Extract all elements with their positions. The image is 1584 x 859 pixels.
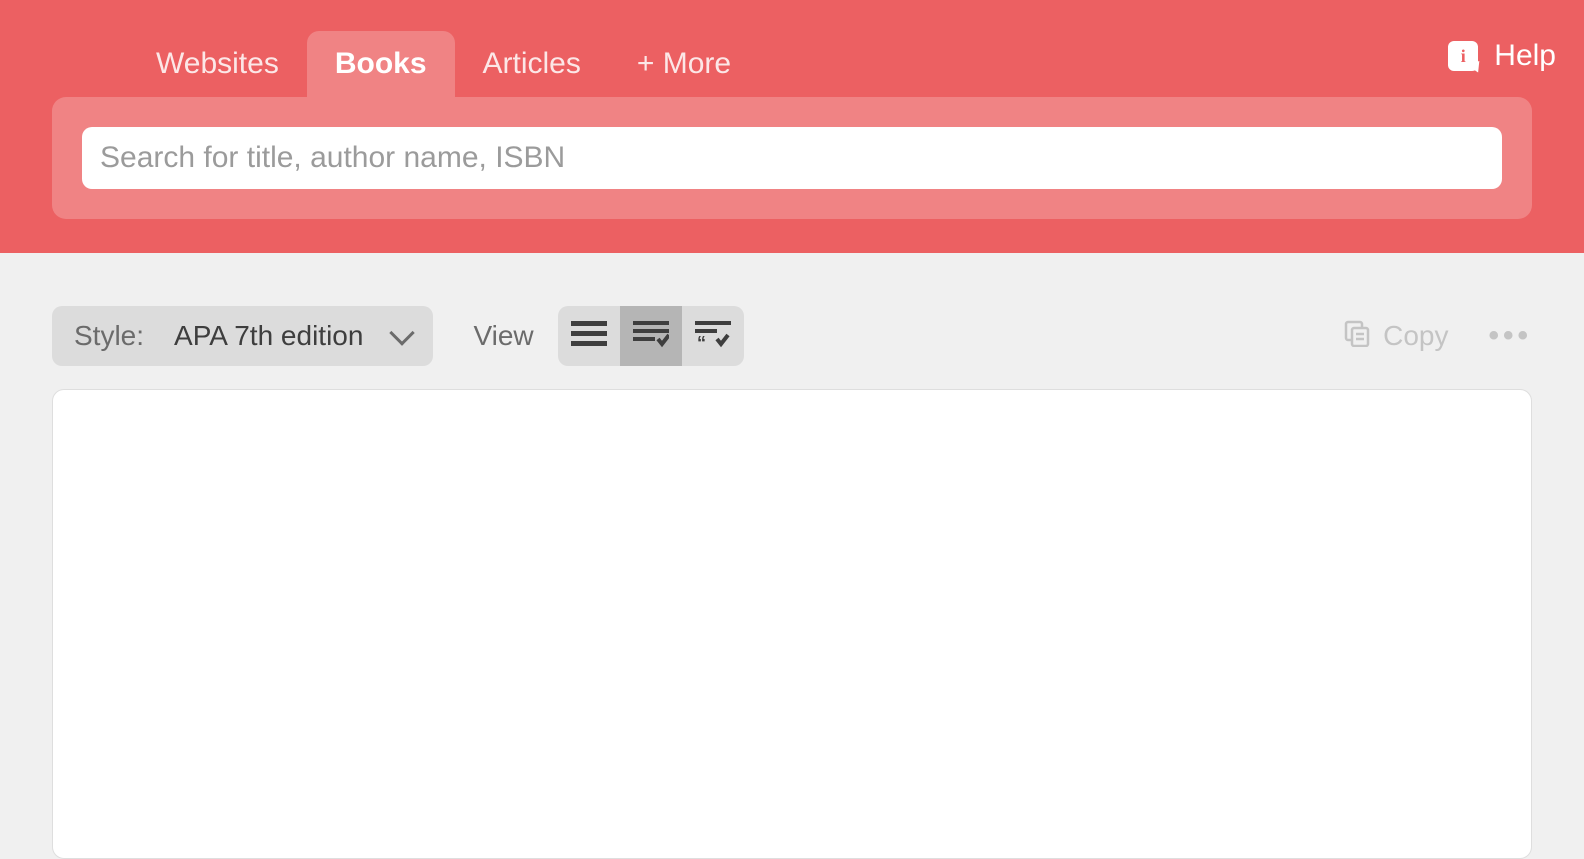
citation-canvas	[52, 389, 1532, 859]
view-list-button[interactable]	[558, 306, 620, 366]
svg-text:“: “	[697, 333, 706, 349]
tab-books[interactable]: Books	[307, 31, 455, 97]
style-dropdown[interactable]: Style: APA 7th edition	[52, 306, 433, 366]
tab-articles[interactable]: Articles	[455, 31, 609, 97]
tabs-row: Websites Books Articles + More i Help	[0, 31, 1584, 97]
help-button[interactable]: i Help	[1448, 39, 1556, 73]
list-check-icon	[633, 319, 669, 354]
copy-icon	[1343, 319, 1371, 354]
help-speech-bubble-icon: i	[1448, 41, 1478, 71]
help-label: Help	[1494, 39, 1556, 73]
toolbar: Style: APA 7th edition View “	[0, 283, 1584, 389]
copy-label: Copy	[1383, 320, 1448, 352]
copy-button[interactable]: Copy	[1343, 319, 1448, 354]
view-group: View “	[473, 306, 743, 366]
view-list-quote-button[interactable]: “	[682, 306, 744, 366]
view-label: View	[473, 320, 533, 352]
more-options-button[interactable]: •••	[1488, 319, 1532, 353]
tab-more[interactable]: + More	[609, 31, 759, 97]
style-label: Style:	[74, 320, 144, 352]
right-tools: Copy •••	[1343, 319, 1532, 354]
header: Websites Books Articles + More i Help	[0, 0, 1584, 253]
list-quote-icon: “	[695, 319, 731, 354]
view-buttons: “	[558, 306, 744, 366]
ellipsis-icon: •••	[1488, 319, 1532, 352]
style-value: APA 7th edition	[174, 320, 363, 352]
search-input[interactable]	[82, 127, 1502, 189]
tab-websites[interactable]: Websites	[128, 31, 307, 97]
search-container	[52, 97, 1532, 219]
list-icon	[571, 319, 607, 354]
chevron-down-icon	[390, 320, 415, 345]
view-list-check-button[interactable]	[620, 306, 682, 366]
